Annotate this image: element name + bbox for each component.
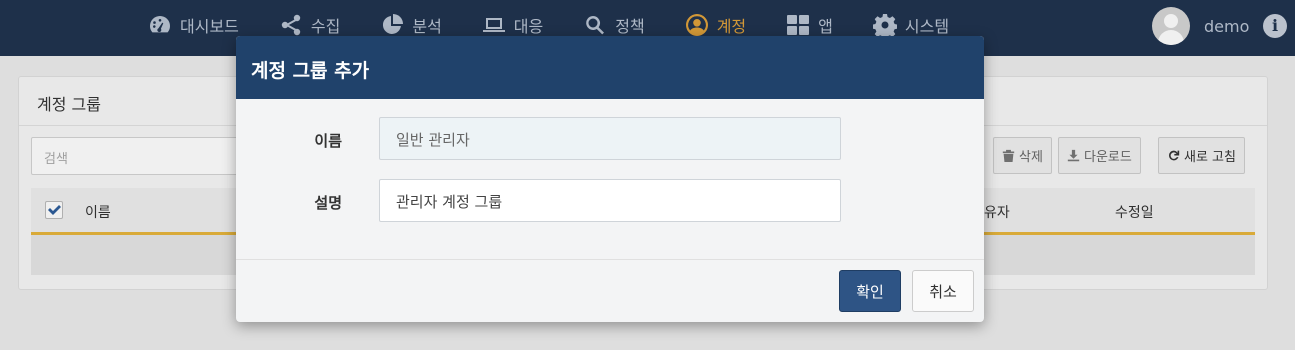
name-label: 이름 — [314, 132, 342, 150]
description-label: 설명 — [314, 194, 342, 212]
dialog-title: 계정 그룹 추가 — [236, 36, 984, 99]
cancel-button[interactable]: 취소 — [912, 270, 974, 312]
description-field[interactable]: 관리자 계정 그룹 — [379, 179, 841, 222]
add-account-group-dialog: 계정 그룹 추가 이름 일반 관리자 설명 관리자 계정 그룹 확인 취소 — [236, 36, 984, 322]
confirm-button[interactable]: 확인 — [839, 270, 901, 312]
dialog-footer-divider — [236, 259, 984, 260]
name-field[interactable]: 일반 관리자 — [379, 117, 841, 160]
